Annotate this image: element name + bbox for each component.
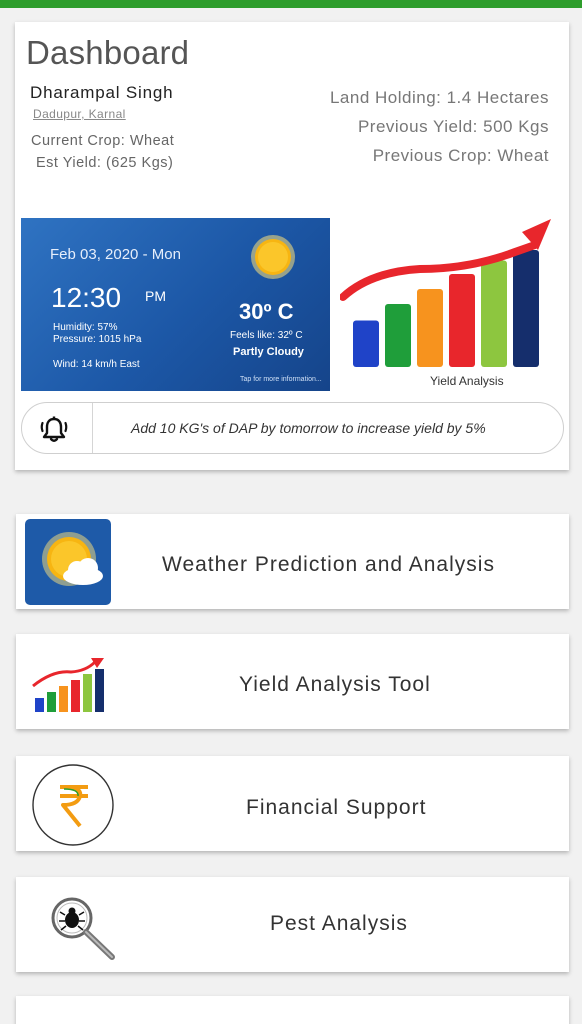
current-crop: Current Crop: Wheat (31, 133, 175, 149)
farmer-name: Dharampal Singh (30, 83, 174, 102)
menu-label-weather: Weather Prediction and Analysis (162, 553, 495, 576)
yield-bar (385, 304, 411, 367)
sun-icon (251, 235, 295, 279)
menu-label-financial-support: Financial Support (246, 796, 427, 819)
menu-item-pest-analysis[interactable]: Pest Analysis (16, 877, 569, 972)
estimated-yield: Est Yield: (625 Kgs) (36, 155, 174, 171)
weather-humidity: Humidity: 57% (53, 322, 118, 333)
weather-ampm: PM (145, 288, 166, 304)
yield-bar (449, 274, 475, 367)
yield-analysis-widget[interactable]: Yield Analysis (339, 217, 562, 393)
weather-time: 12:30 (51, 282, 122, 313)
weather-sun-cloud-icon (25, 519, 111, 605)
bell-icon (40, 416, 68, 442)
weather-temperature: 30º C (239, 299, 294, 324)
bar-chart-arrow-icon (339, 219, 551, 367)
weather-feels-like: Feels like: 32º C (230, 330, 303, 341)
yield-analysis-label: Yield Analysis (430, 374, 504, 388)
menu-item-weather[interactable]: Weather Prediction and Analysis (16, 514, 569, 609)
yield-bar (417, 289, 443, 367)
previous-crop: Previous Crop: Wheat (372, 146, 549, 165)
menu-label-pest-analysis: Pest Analysis (270, 912, 408, 935)
yield-bar (353, 320, 379, 367)
yield-bar (481, 260, 507, 367)
alert-text: Add 10 KG's of DAP by tomorrow to increa… (131, 420, 486, 436)
yield-chart-icon (32, 658, 104, 712)
menu-label-yield-analysis: Yield Analysis Tool (239, 673, 431, 696)
page-title: Dashboard (26, 34, 190, 71)
weather-condition: Partly Cloudy (233, 346, 304, 358)
previous-yield: Previous Yield: 500 Kgs (357, 117, 549, 136)
weather-widget[interactable]: Feb 03, 2020 - Mon 12:30 PM Humidity: 57… (21, 218, 330, 391)
yield-bar (513, 250, 539, 367)
farmer-location-link[interactable]: Dadupur, Karnal (33, 107, 126, 121)
weather-date: Feb 03, 2020 - Mon (50, 246, 181, 263)
dashboard-card: Dashboard Dharampal Singh Dadupur, Karna… (15, 22, 569, 470)
top-status-bar (0, 0, 582, 8)
pest-magnifier-icon (51, 897, 115, 960)
menu-item-more[interactable] (16, 996, 569, 1024)
weather-wind: Wind: 14 km/h East (53, 359, 140, 370)
rupee-icon (32, 764, 114, 846)
land-holding: Land Holding: 1.4 Hectares (329, 88, 549, 107)
menu-item-financial-support[interactable]: Financial Support (16, 756, 569, 851)
weather-pressure: Pressure: 1015 hPa (53, 334, 142, 345)
weather-tap-hint: Tap for more information... (240, 376, 322, 383)
alert-divider (92, 403, 93, 453)
alert-banner[interactable]: Add 10 KG's of DAP by tomorrow to increa… (21, 402, 564, 454)
menu-item-yield-analysis[interactable]: Yield Analysis Tool (16, 634, 569, 729)
